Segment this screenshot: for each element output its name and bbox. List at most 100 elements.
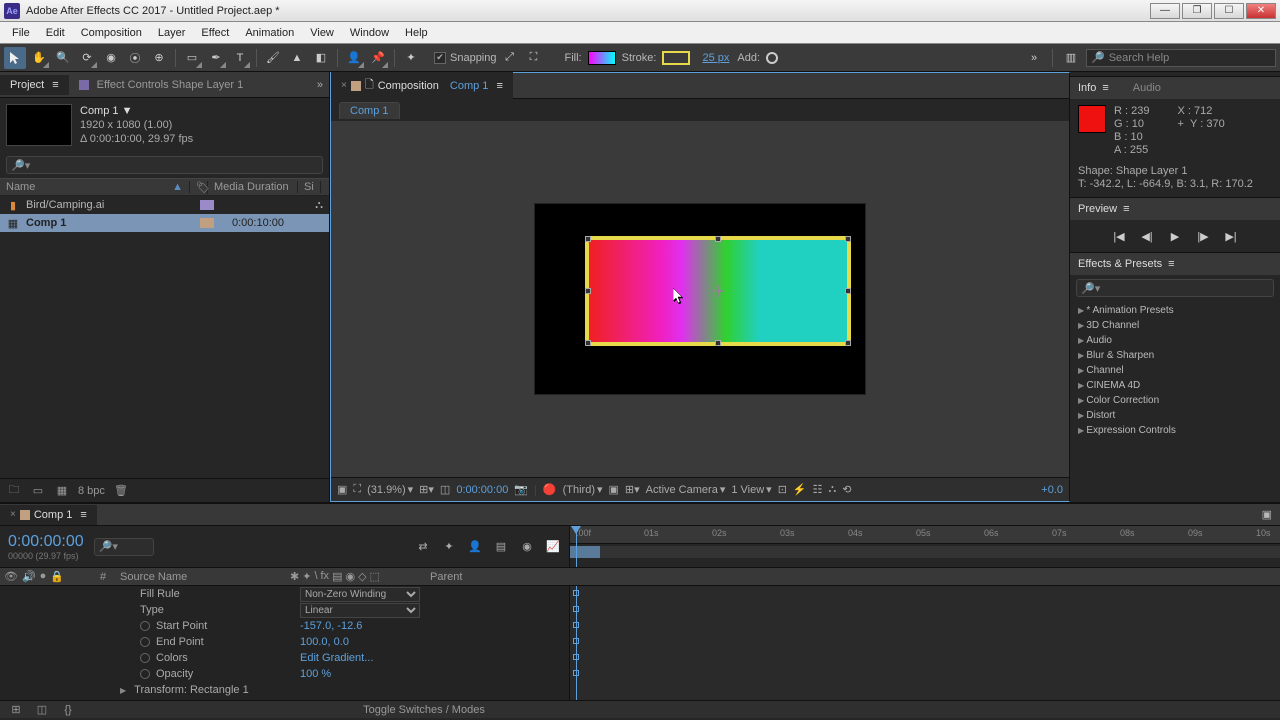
timeline-footer-btn[interactable]: {}: [60, 702, 76, 718]
audio-column-icon[interactable]: 🔊: [22, 570, 36, 583]
menu-help[interactable]: Help: [397, 25, 436, 41]
stopwatch-icon[interactable]: [140, 669, 150, 679]
menu-view[interactable]: View: [302, 25, 342, 41]
zoom-tool[interactable]: 🔍: [52, 47, 74, 69]
panel-overflow[interactable]: »: [311, 79, 329, 91]
effects-category[interactable]: CINEMA 4D: [1070, 378, 1280, 393]
property-row[interactable]: Start Point-157.0, -12.6: [0, 618, 569, 634]
resolution-button[interactable]: ⊞▾: [419, 483, 434, 496]
frame-blend-button[interactable]: ▤: [493, 539, 509, 555]
menu-effect[interactable]: Effect: [193, 25, 237, 41]
shape-layer-rect[interactable]: [585, 236, 851, 346]
twirl-icon[interactable]: ▶: [120, 686, 126, 695]
keyframe-marker[interactable]: [573, 654, 579, 660]
interpret-footage-button[interactable]: 🗀: [6, 483, 22, 499]
snapshot-button[interactable]: 📷: [514, 483, 528, 496]
snap-option-2[interactable]: ⛶: [523, 47, 545, 69]
graph-editor-button[interactable]: 📈: [545, 539, 561, 555]
clone-tool[interactable]: ▲: [286, 47, 308, 69]
property-row[interactable]: ColorsEdit Gradient...: [0, 650, 569, 666]
transparency-grid-button[interactable]: ⛶: [353, 483, 361, 496]
keyframe-marker[interactable]: [573, 638, 579, 644]
effects-category[interactable]: 3D Channel: [1070, 318, 1280, 333]
orbit-tool[interactable]: ⟳◢: [76, 47, 98, 69]
rotate-tool[interactable]: ◉: [100, 47, 122, 69]
overflow-toolbar[interactable]: »: [1023, 47, 1045, 69]
close-icon[interactable]: ×: [341, 80, 347, 91]
camera-tool[interactable]: ⦿: [124, 47, 146, 69]
keyframe-marker[interactable]: [573, 606, 579, 612]
keyframe-marker[interactable]: [573, 590, 579, 596]
transform-handle[interactable]: [585, 288, 591, 294]
puppet-tool[interactable]: 📌◢: [367, 47, 389, 69]
toggle-mask-button[interactable]: ▣: [609, 483, 619, 496]
brush-tool[interactable]: 🖌: [262, 47, 284, 69]
stopwatch-icon[interactable]: [140, 637, 150, 647]
property-dropdown[interactable]: Linear: [300, 603, 420, 618]
switch-icon[interactable]: ✦: [302, 570, 311, 583]
timeline-tab[interactable]: × Comp 1 ≡: [0, 505, 97, 525]
reset-exposure-button[interactable]: ⟲: [842, 483, 851, 496]
lock-column-icon[interactable]: 🔒: [50, 570, 64, 583]
menu-edit[interactable]: Edit: [38, 25, 73, 41]
new-comp-button[interactable]: ▦: [54, 483, 70, 499]
comp-name[interactable]: Comp 1 ▼: [80, 104, 193, 118]
current-time-field[interactable]: 0:00:00:00: [456, 484, 508, 496]
rectangle-tool[interactable]: ▭◢: [181, 47, 203, 69]
label-column[interactable]: 🏷: [190, 181, 208, 194]
fast-preview-button[interactable]: ⚡: [793, 483, 807, 496]
flowchart-icon[interactable]: ⛬: [315, 199, 323, 212]
flowchart-button[interactable]: ⛬: [829, 483, 837, 496]
effects-category[interactable]: * Animation Presets: [1070, 303, 1280, 318]
menu-animation[interactable]: Animation: [237, 25, 302, 41]
timeline-footer-btn[interactable]: ⊞: [8, 702, 24, 718]
label-swatch[interactable]: [200, 218, 214, 228]
panel-menu-icon[interactable]: ≡: [1102, 82, 1108, 94]
pixel-aspect-button[interactable]: ⊡: [778, 483, 787, 496]
effects-search-input[interactable]: 🔎▾: [1076, 279, 1274, 297]
property-value[interactable]: Edit Gradient...: [300, 652, 373, 664]
comp-mini-flowchart[interactable]: ⇄: [415, 539, 431, 555]
navigator-thumb[interactable]: [570, 546, 600, 558]
playhead[interactable]: [576, 526, 577, 567]
workspace-button[interactable]: ▥: [1060, 47, 1082, 69]
stopwatch-icon[interactable]: [140, 653, 150, 663]
render-queue-button[interactable]: ▣: [1254, 508, 1280, 521]
property-row[interactable]: Opacity100 %: [0, 666, 569, 682]
keyframe-marker[interactable]: [573, 670, 579, 676]
snapping-toggle[interactable]: Snapping: [434, 52, 497, 64]
sort-icon[interactable]: ▲: [172, 181, 183, 193]
selection-tool[interactable]: [4, 47, 26, 69]
composition-viewport[interactable]: [331, 121, 1069, 477]
view-layout-dropdown[interactable]: 1 View ▾: [731, 483, 771, 496]
prev-frame-button[interactable]: ◀|: [1139, 228, 1155, 244]
project-search-input[interactable]: 🔎▾: [6, 156, 323, 174]
toggle-switches-modes[interactable]: Toggle Switches / Modes: [363, 704, 485, 716]
composition-tab[interactable]: × 🗋 Composition Comp 1 ≡: [331, 72, 513, 99]
effects-category[interactable]: Blur & Sharpen: [1070, 348, 1280, 363]
timeline-ruler[interactable]: :00f01s02s03s04s05s06s07s08s09s10s: [570, 526, 1280, 567]
transform-handle[interactable]: [715, 236, 721, 242]
add-shape-button[interactable]: [766, 52, 778, 64]
effects-category[interactable]: Color Correction: [1070, 393, 1280, 408]
property-value[interactable]: 100 %: [300, 668, 331, 680]
menu-layer[interactable]: Layer: [150, 25, 194, 41]
stroke-swatch[interactable]: [662, 51, 690, 65]
exposure-field[interactable]: +0.0: [1041, 484, 1063, 496]
panel-menu-icon[interactable]: ≡: [1168, 258, 1174, 270]
close-icon[interactable]: ×: [10, 509, 16, 520]
audio-tab[interactable]: Audio: [1133, 82, 1161, 94]
bpc-toggle[interactable]: 8 bpc: [78, 485, 105, 497]
preview-tab[interactable]: Preview: [1078, 203, 1117, 215]
switch-icon[interactable]: ✱: [290, 570, 299, 583]
property-row[interactable]: End Point100.0, 0.0: [0, 634, 569, 650]
effect-controls-tab[interactable]: Effect Controls Shape Layer 1: [69, 75, 254, 95]
effects-presets-tab[interactable]: Effects & Presets: [1078, 258, 1162, 270]
video-column-icon[interactable]: 👁: [4, 570, 18, 583]
last-frame-button[interactable]: ▶|: [1223, 228, 1239, 244]
search-help-input[interactable]: 🔎 Search Help: [1086, 49, 1276, 67]
camera-dropdown[interactable]: Active Camera ▾: [646, 483, 726, 496]
channel-button[interactable]: 🔴: [543, 483, 557, 496]
property-row[interactable]: Fill RuleNon-Zero Winding: [0, 586, 569, 602]
timeline-navigator[interactable]: [570, 546, 1280, 558]
